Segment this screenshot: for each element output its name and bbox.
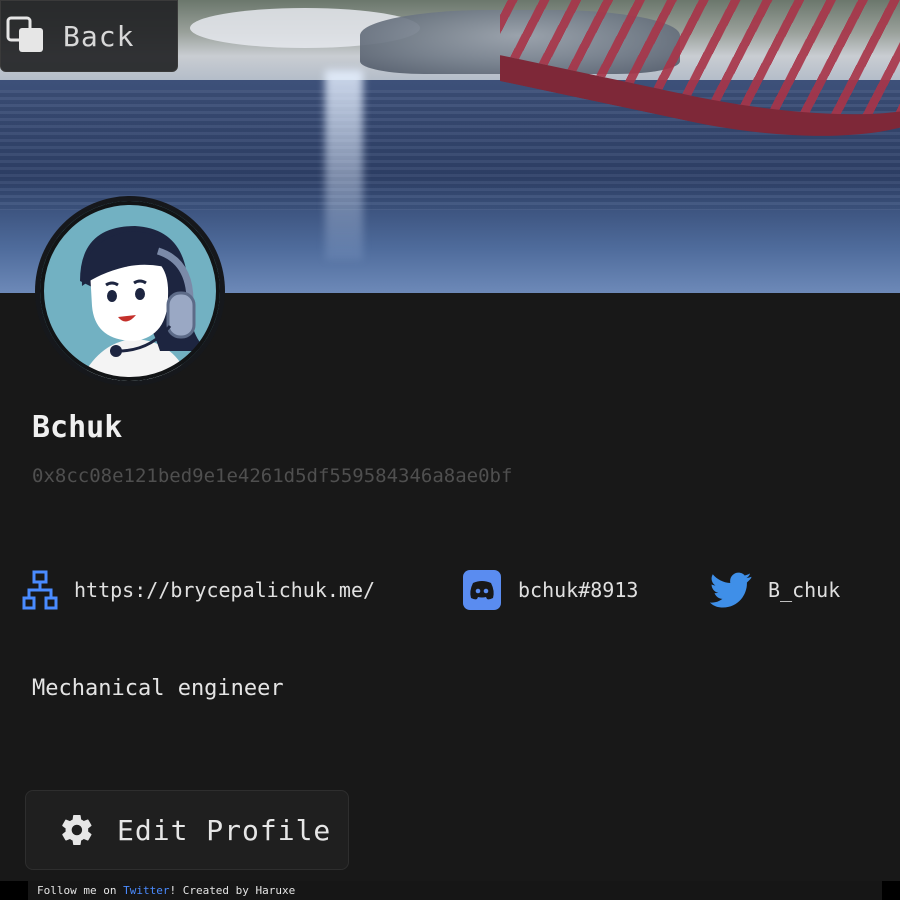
profile-bio: Mechanical engineer (32, 676, 284, 701)
edit-profile-label: Edit Profile (117, 813, 332, 847)
twitter-icon (710, 572, 752, 608)
social-links: https://brycepalichuk.me/ bchuk#8913 B_c… (22, 565, 882, 615)
back-label: Back (63, 19, 135, 53)
website-link[interactable]: https://brycepalichuk.me/ (22, 565, 375, 615)
profile-name: Bchuk (32, 410, 123, 445)
profile-page: Back Bchuk 0x8cc08e121bed9e1e4261d5df559… (0, 0, 900, 900)
footer: Follow me on Twitter! Created by Haruxe (0, 881, 900, 900)
back-button[interactable]: Back (0, 0, 178, 72)
website-url: https://brycepalichuk.me/ (74, 578, 376, 602)
sitemap-icon (22, 570, 58, 610)
footer-twitter-link[interactable]: Twitter (123, 884, 169, 897)
discord-link[interactable]: bchuk#8913 (462, 565, 638, 615)
discord-handle: bchuk#8913 (518, 578, 639, 602)
wallet-address: 0x8cc08e121bed9e1e4261d5df559584346a8ae0… (32, 465, 513, 487)
gear-icon (62, 814, 92, 846)
copy-icon (6, 16, 43, 52)
edit-profile-button[interactable]: Edit Profile (25, 790, 349, 870)
footer-suffix: ! Created by Haruxe (169, 884, 296, 897)
footer-prefix: Follow me on (37, 884, 124, 897)
twitter-link[interactable]: B_chuk (710, 565, 840, 615)
footer-bar: Follow me on Twitter! Created by Haruxe (28, 881, 882, 900)
twitter-handle: B_chuk (768, 578, 841, 602)
avatar[interactable] (35, 196, 225, 386)
discord-icon (463, 570, 501, 610)
avatar-illustration (40, 201, 220, 381)
